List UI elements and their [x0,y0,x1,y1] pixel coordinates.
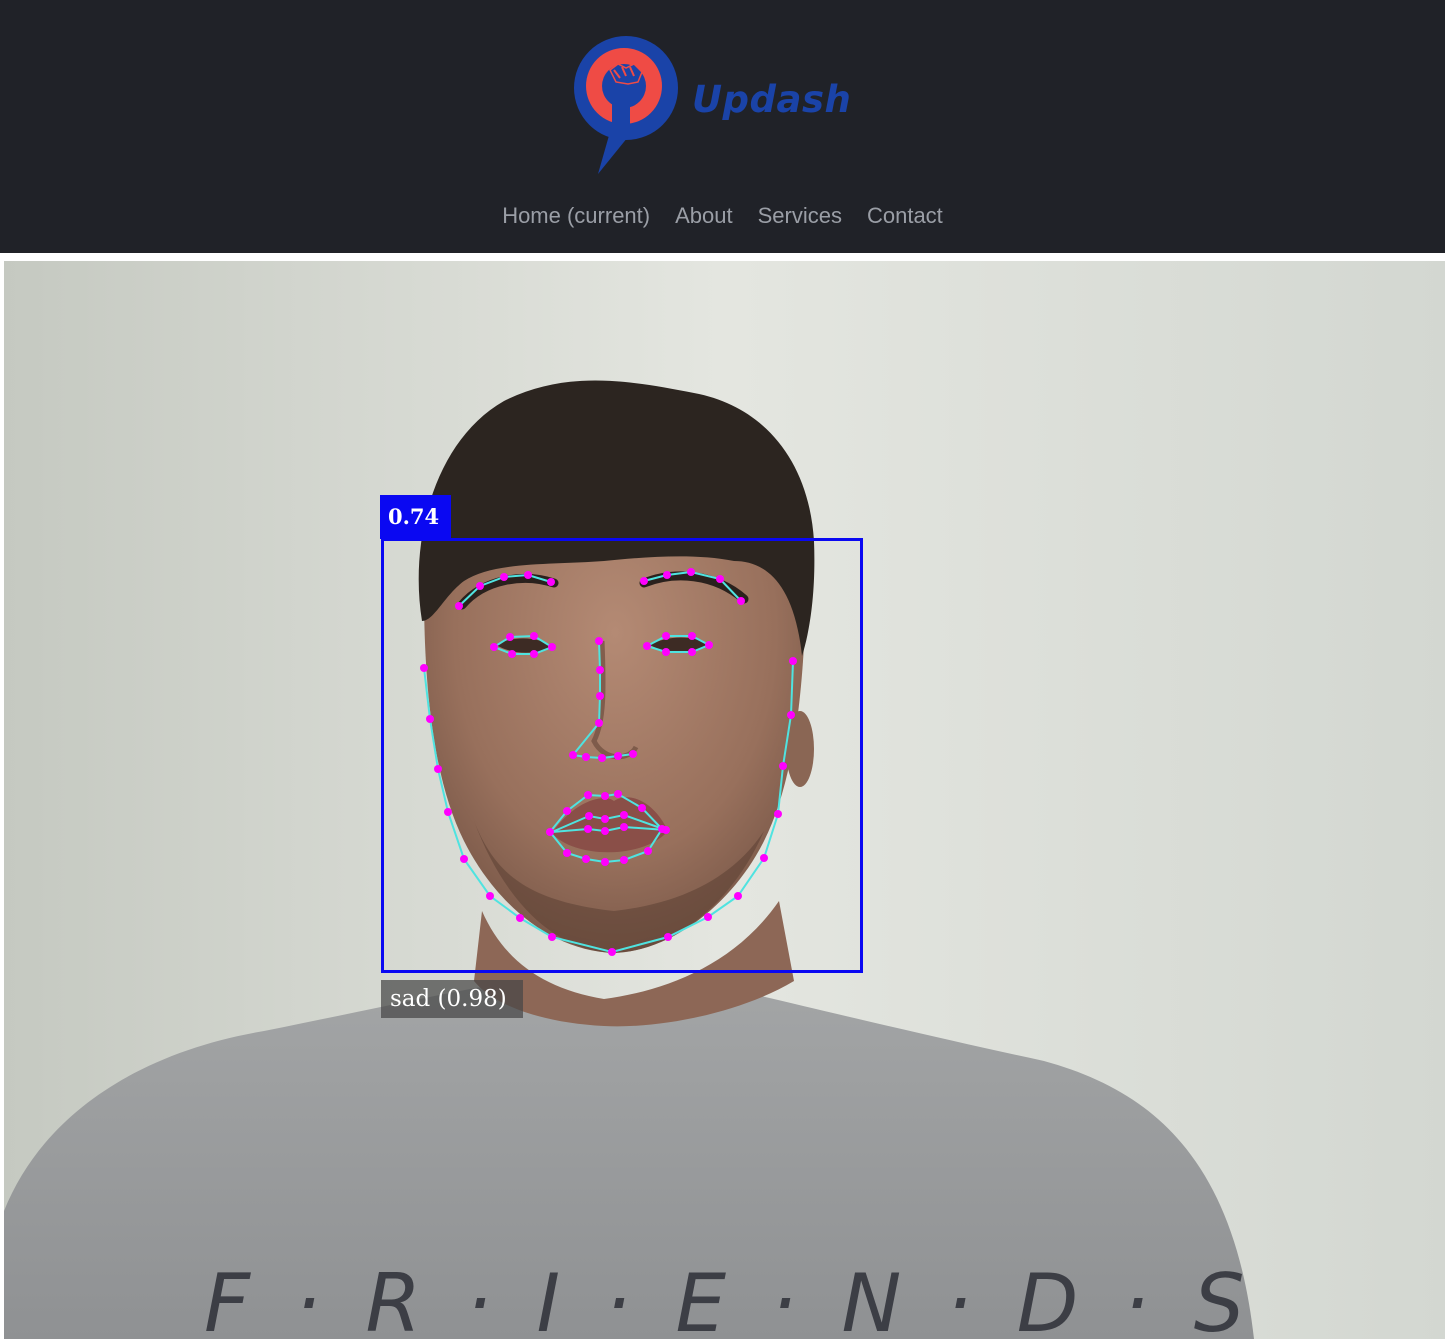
nav-services[interactable]: Services [758,203,842,229]
nav-home[interactable]: Home (current) [502,203,650,229]
brand-name: Updash [692,78,852,121]
webcam-video: F·R·I·E·N·D·S 0.74 sad (0.98) [4,261,1445,1339]
expression-label: sad (0.98) [381,980,523,1018]
navbar: Updash Home (current) About Services Con… [0,0,1445,253]
fist-in-speech-bubble-icon [574,36,678,174]
nav-contact[interactable]: Contact [867,203,943,229]
shirt-text: F·R·I·E·N·D·S [204,1257,1290,1339]
main-nav: Home (current) About Services Contact [0,199,1445,233]
detection-score-label: 0.74 [380,495,451,539]
brand[interactable]: Updash [572,36,862,176]
face-detection-box [381,538,863,973]
nav-about[interactable]: About [675,203,733,229]
